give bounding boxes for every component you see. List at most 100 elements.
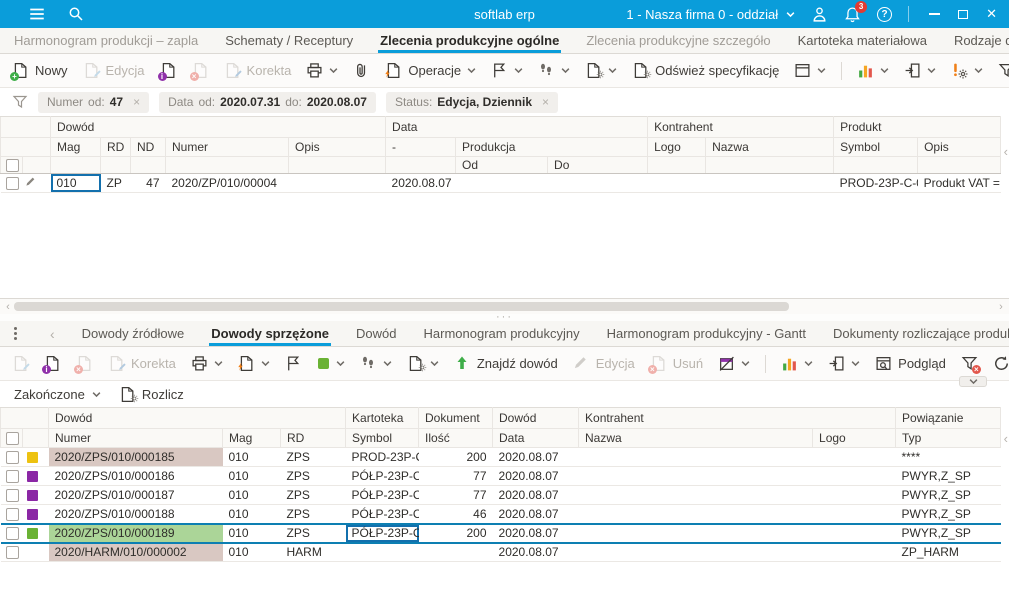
col-typ[interactable]: Typ: [896, 429, 1001, 448]
cell-ilosc[interactable]: 200: [419, 524, 493, 543]
row-checkbox[interactable]: [6, 470, 19, 483]
trace-button[interactable]: [538, 62, 570, 79]
scroll-left-icon[interactable]: ‹: [1004, 144, 1008, 159]
scrollbar-thumb[interactable]: [14, 302, 789, 311]
collapse-panel-button[interactable]: [959, 376, 987, 387]
col-opis[interactable]: Opis: [289, 138, 386, 157]
tab-kartoteka-materialowa[interactable]: Kartoteka materiałowa: [798, 28, 927, 53]
cell-rd[interactable]: ZPS: [281, 467, 346, 486]
attachment-button[interactable]: [353, 62, 370, 79]
group-data[interactable]: Data: [386, 117, 648, 138]
scroll-left-icon[interactable]: ‹: [1004, 431, 1008, 446]
cell-numer[interactable]: 2020/ZPS/010/000189: [49, 524, 223, 543]
cell-typ[interactable]: PWYR,Z_SP: [896, 505, 1001, 524]
cell-logo[interactable]: [813, 486, 896, 505]
pane-splitter[interactable]: ···: [0, 314, 1009, 321]
cell-numer[interactable]: 2020/HARM/010/000002: [49, 543, 223, 562]
group-dowod[interactable]: Dowód: [49, 408, 346, 429]
cell-nazwa[interactable]: [579, 467, 813, 486]
chart-button[interactable]: [857, 62, 889, 79]
cell-logo[interactable]: [813, 448, 896, 467]
cell-nd[interactable]: 47: [131, 174, 166, 193]
cell-typ[interactable]: PWYR,Z_SP: [896, 486, 1001, 505]
cell-mag[interactable]: 010: [223, 448, 281, 467]
col-ilosc[interactable]: Ilość: [419, 429, 493, 448]
row-checkbox[interactable]: [6, 508, 19, 521]
cell-symbol[interactable]: PÓŁP-23P-C: [346, 505, 419, 524]
tab-schematy-receptury[interactable]: Schematy / Receptury: [225, 28, 353, 53]
cell-ilosc[interactable]: 200: [419, 448, 493, 467]
print-button[interactable]: [306, 62, 338, 79]
minimize-button[interactable]: [929, 13, 940, 15]
cell-ilosc[interactable]: 46: [419, 505, 493, 524]
clear-filter-button[interactable]: ×: [998, 62, 1009, 79]
select-all-checkbox[interactable]: [6, 159, 19, 172]
cell-data[interactable]: 2020.08.07: [493, 524, 579, 543]
cell-data[interactable]: 2020.08.07: [386, 174, 456, 193]
cell-symbol[interactable]: PÓŁP-23P-C: [346, 524, 419, 543]
cell-numer[interactable]: 2020/ZPS/010/000188: [49, 505, 223, 524]
cell-rd[interactable]: ZPS: [281, 524, 346, 543]
col-rd[interactable]: RD: [101, 138, 131, 157]
group-powiazanie[interactable]: Powiązanie: [896, 408, 1001, 429]
edit-document-button[interactable]: Edycja: [83, 62, 145, 79]
cell-mag[interactable]: 010: [223, 505, 281, 524]
company-selector[interactable]: 1 - Nasza firma 0 - oddział: [626, 7, 795, 22]
col-logo[interactable]: Logo: [648, 138, 706, 157]
cell-logo[interactable]: [813, 543, 896, 562]
col-mag[interactable]: Mag: [223, 429, 281, 448]
delete-document-button[interactable]: ×: [76, 355, 93, 372]
row-checkbox[interactable]: [6, 546, 19, 559]
cell-numer[interactable]: 2020/ZPS/010/000186: [49, 467, 223, 486]
table-row[interactable]: 010 ZP 47 2020/ZP/010/00004 2020.08.07 P…: [1, 174, 1001, 193]
cell-nazwa[interactable]: [579, 524, 813, 543]
cell-logo[interactable]: [813, 505, 896, 524]
cell-numer[interactable]: 2020/ZPS/010/000187: [49, 486, 223, 505]
tab-harmonogram-gantt[interactable]: Harmonogram produkcyjny - Gantt: [607, 321, 806, 346]
group-dowod[interactable]: Dowód: [51, 117, 386, 138]
chart-button[interactable]: [781, 355, 813, 372]
edit-document-button[interactable]: [12, 355, 29, 372]
tab-dowod[interactable]: Dowód: [356, 321, 396, 346]
tab-zlecenia-ogolne[interactable]: Zlecenia produkcyjne ogólne: [380, 28, 559, 53]
cell-mag[interactable]: 010: [223, 524, 281, 543]
table-row-selected[interactable]: 2020/ZPS/010/000189 010 ZPS PÓŁP-23P-C 2…: [1, 524, 1001, 543]
hamburger-menu-icon[interactable]: [28, 5, 46, 23]
flag-button[interactable]: [285, 355, 302, 372]
close-icon[interactable]: ×: [133, 95, 140, 109]
tab-zlecenia-szczegolowe[interactable]: Zlecenia produkcyjne szczegóło: [586, 28, 770, 53]
cell-numer[interactable]: 2020/ZP/010/00004: [166, 174, 289, 193]
horizontal-scrollbar[interactable]: ‹ ›: [0, 298, 1009, 314]
cell-mag[interactable]: 010: [51, 174, 101, 193]
table-row[interactable]: 2020/HARM/010/000002 010 HARM 2020.08.07…: [1, 543, 1001, 562]
col-symbol[interactable]: Symbol: [346, 429, 419, 448]
cell-opis2[interactable]: Produkt VAT = 23: [918, 174, 1001, 193]
cell-mag[interactable]: 010: [223, 467, 281, 486]
operations-button[interactable]: [238, 355, 270, 372]
help-icon[interactable]: ?: [877, 7, 892, 22]
cell-nazwa[interactable]: [579, 448, 813, 467]
close-icon[interactable]: ×: [542, 95, 549, 109]
cell-data[interactable]: 2020.08.07: [493, 467, 579, 486]
new-document-button[interactable]: + Nowy: [12, 62, 68, 79]
exit-button[interactable]: [904, 62, 936, 79]
cell-nazwa[interactable]: [706, 174, 834, 193]
col-nazwa[interactable]: Nazwa: [579, 429, 813, 448]
group-kartoteka[interactable]: Kartoteka: [346, 408, 419, 429]
more-options-icon[interactable]: [8, 321, 23, 346]
cell-mag[interactable]: 010: [223, 486, 281, 505]
delete-document-button[interactable]: ×: [192, 62, 209, 79]
flag-button[interactable]: [491, 62, 523, 79]
cell-rd[interactable]: ZPS: [281, 448, 346, 467]
tab-dowody-zrodlowe[interactable]: Dowody źródłowe: [82, 321, 185, 346]
cell-symbol[interactable]: [346, 543, 419, 562]
document-settings-button[interactable]: [585, 62, 617, 79]
cell-rd[interactable]: ZPS: [281, 505, 346, 524]
tab-rodzaje-dowodow[interactable]: Rodzaje dowodów: [954, 28, 1009, 53]
col-logo[interactable]: Logo: [813, 429, 896, 448]
cell-ilosc[interactable]: 77: [419, 467, 493, 486]
korekta-button[interactable]: Korekta: [224, 62, 292, 79]
cell-od[interactable]: [456, 174, 548, 193]
tab-dokumenty-rozliczajace[interactable]: Dokumenty rozliczające produkcje: [833, 321, 1009, 346]
tab-dowody-sprzezone[interactable]: Dowody sprzężone: [211, 321, 329, 346]
